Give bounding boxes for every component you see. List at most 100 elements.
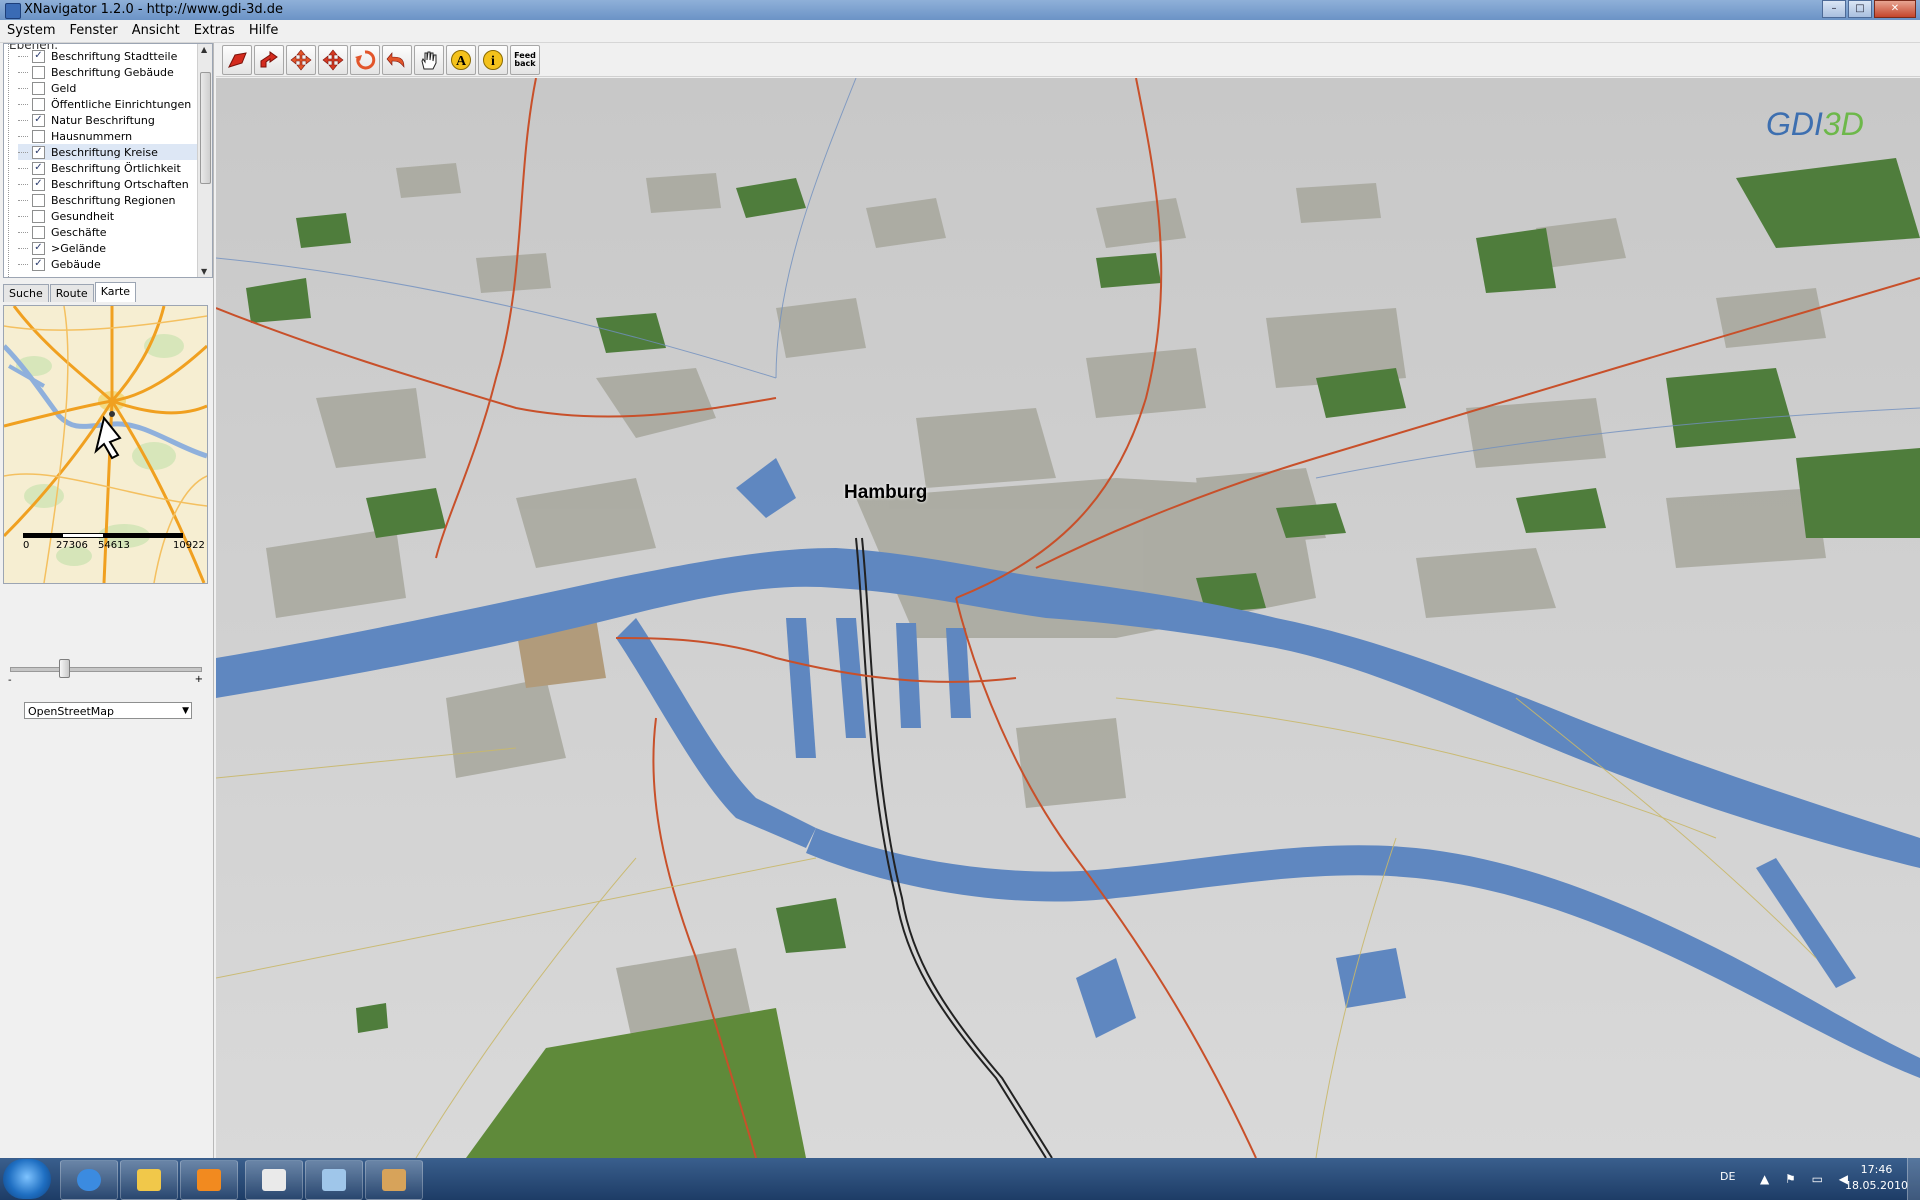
layer-label: Öffentliche Einrichtungen — [51, 97, 192, 111]
pan-tool-button[interactable] — [286, 45, 316, 75]
maximize-button[interactable]: □ — [1848, 0, 1872, 18]
layer-checkbox[interactable] — [32, 129, 45, 143]
taskbar-app[interactable] — [305, 1160, 363, 1200]
layer-checkbox[interactable] — [32, 97, 45, 111]
layer-checkbox[interactable]: ✓ — [32, 113, 45, 127]
layer-checkbox[interactable] — [32, 193, 45, 207]
tree-branch — [18, 103, 28, 105]
layer-checkbox[interactable] — [32, 225, 45, 239]
layer-item[interactable]: Öffentliche Einrichtungen — [18, 96, 198, 112]
scale-label: 54613 — [98, 540, 130, 551]
menu-system[interactable]: System — [0, 20, 62, 42]
layer-label: Beschriftung Ortschaften — [51, 177, 189, 191]
hand-tool-button[interactable] — [414, 45, 444, 75]
move-cross-icon — [322, 49, 344, 71]
layer-item[interactable]: ✓ >Gelände — [18, 240, 198, 256]
tree-branch — [18, 119, 28, 121]
move-tool-button[interactable] — [222, 45, 252, 75]
tree-branch — [18, 55, 28, 57]
layer-checkbox[interactable]: ✓ — [32, 49, 45, 63]
browser-icon — [77, 1169, 101, 1191]
layer-item[interactable]: Beschriftung Regionen — [18, 192, 198, 208]
chevron-down-icon[interactable]: ▼ — [182, 703, 189, 720]
scroll-up-icon[interactable]: ▲ — [201, 45, 207, 54]
layer-item[interactable]: Gesundheit — [18, 208, 198, 224]
layer-item[interactable]: ✓ Natur Beschriftung — [18, 112, 198, 128]
close-button[interactable]: ✕ — [1874, 0, 1916, 18]
scroll-down-icon[interactable]: ▼ — [201, 267, 207, 276]
back-tool-button[interactable] — [382, 45, 412, 75]
menu-extras[interactable]: Extras — [187, 20, 242, 42]
zoom-minus-label: - — [8, 675, 12, 686]
layer-checkbox[interactable]: ✓ — [32, 257, 45, 271]
layer-item[interactable]: Geld — [18, 80, 198, 96]
layer-label: Beschriftung Gebäude — [51, 65, 174, 79]
layer-label: Gesundheit — [51, 209, 115, 223]
zoom-slider-knob[interactable] — [59, 659, 70, 678]
pan-arrows-icon — [290, 49, 312, 71]
map-3d-scene — [216, 78, 1920, 1158]
show-desktop-button[interactable] — [1907, 1158, 1920, 1200]
rotate-tool-button[interactable] — [350, 45, 380, 75]
fly-tool-button[interactable] — [254, 45, 284, 75]
layer-label: Beschriftung Kreise — [51, 145, 158, 159]
tool-bar: A i Feed back — [216, 43, 1920, 77]
annotation-tool-button[interactable]: A — [446, 45, 476, 75]
move-cross-button[interactable] — [318, 45, 348, 75]
taskbar-explorer[interactable] — [120, 1160, 178, 1200]
logo-prefix: GDI — [1766, 106, 1823, 142]
logo-suffix: 3D — [1822, 106, 1864, 142]
info-tool-button[interactable]: i — [478, 45, 508, 75]
svg-text:A: A — [456, 54, 467, 69]
layer-item[interactable]: ✓ Gebäude — [18, 256, 198, 272]
layer-label: Geschäfte — [51, 225, 107, 239]
scroll-thumb[interactable] — [200, 72, 211, 184]
zoom-slider-track[interactable] — [10, 667, 202, 672]
menu-hilfe[interactable]: Hilfe — [242, 20, 286, 42]
info-icon: i — [483, 50, 503, 70]
scale-label: 10922 — [173, 540, 205, 551]
clock[interactable]: 17:46 18.05.2010 — [1845, 1162, 1908, 1194]
map-view[interactable]: Hamburg GDI3D — [216, 78, 1920, 1158]
folder-icon — [137, 1169, 161, 1191]
tree-branch — [18, 263, 28, 265]
tab-karte[interactable]: Karte — [94, 282, 137, 302]
language-indicator[interactable]: DE — [1720, 1170, 1735, 1183]
minimize-button[interactable]: – — [1822, 0, 1846, 18]
tab-route[interactable]: Route — [49, 284, 94, 302]
tab-suche[interactable]: Suche — [3, 284, 49, 302]
layer-checkbox[interactable] — [32, 65, 45, 79]
layer-label: Beschriftung Stadtteile — [51, 49, 178, 63]
tray-icons[interactable]: ▲ ⚑ ▭ ◀ — [1760, 1172, 1854, 1186]
start-button[interactable] — [3, 1159, 51, 1199]
layer-checkbox[interactable]: ✓ — [32, 177, 45, 191]
layer-checkbox[interactable] — [32, 209, 45, 223]
layer-item[interactable]: Geschäfte — [18, 224, 198, 240]
menu-fenster[interactable]: Fenster — [62, 20, 124, 42]
layer-item[interactable]: Beschriftung Gebäude — [18, 64, 198, 80]
rotate-icon — [355, 50, 376, 70]
map-source-select[interactable]: OpenStreetMap ▼ — [24, 702, 192, 719]
left-panel: Ebenen: ✓ Beschriftung Stadtteile Beschrif… — [0, 43, 214, 1158]
layer-item[interactable]: ✓ Beschriftung Örtlichkeit — [18, 160, 198, 176]
layer-item[interactable]: ✓ Beschriftung Kreise — [18, 144, 198, 160]
taskbar-paint[interactable] — [365, 1160, 423, 1200]
zoom-slider[interactable]: - + — [8, 659, 203, 686]
tree-branch — [18, 231, 28, 233]
layer-checkbox[interactable]: ✓ — [32, 241, 45, 255]
feedback-label: Feed back — [514, 51, 536, 68]
menu-ansicht[interactable]: Ansicht — [125, 20, 187, 42]
layer-checkbox[interactable]: ✓ — [32, 145, 45, 159]
layer-item[interactable]: ✓ Beschriftung Ortschaften — [18, 176, 198, 192]
layer-checkbox[interactable]: ✓ — [32, 161, 45, 175]
taskbar-ie[interactable] — [60, 1160, 118, 1200]
layer-scrollbar[interactable]: ▲ ▼ — [197, 44, 212, 277]
layer-checkbox[interactable] — [32, 81, 45, 95]
layer-item[interactable]: ✓ Beschriftung Stadtteile — [18, 48, 198, 64]
taskbar-java[interactable] — [245, 1160, 303, 1200]
feedback-button[interactable]: Feed back — [510, 45, 540, 75]
media-player-icon — [197, 1169, 221, 1191]
layer-item[interactable]: Hausnummern — [18, 128, 198, 144]
title-bar: XNavigator 1.2.0 - http://www.gdi-3d.de … — [0, 0, 1920, 20]
taskbar-media[interactable] — [180, 1160, 238, 1200]
